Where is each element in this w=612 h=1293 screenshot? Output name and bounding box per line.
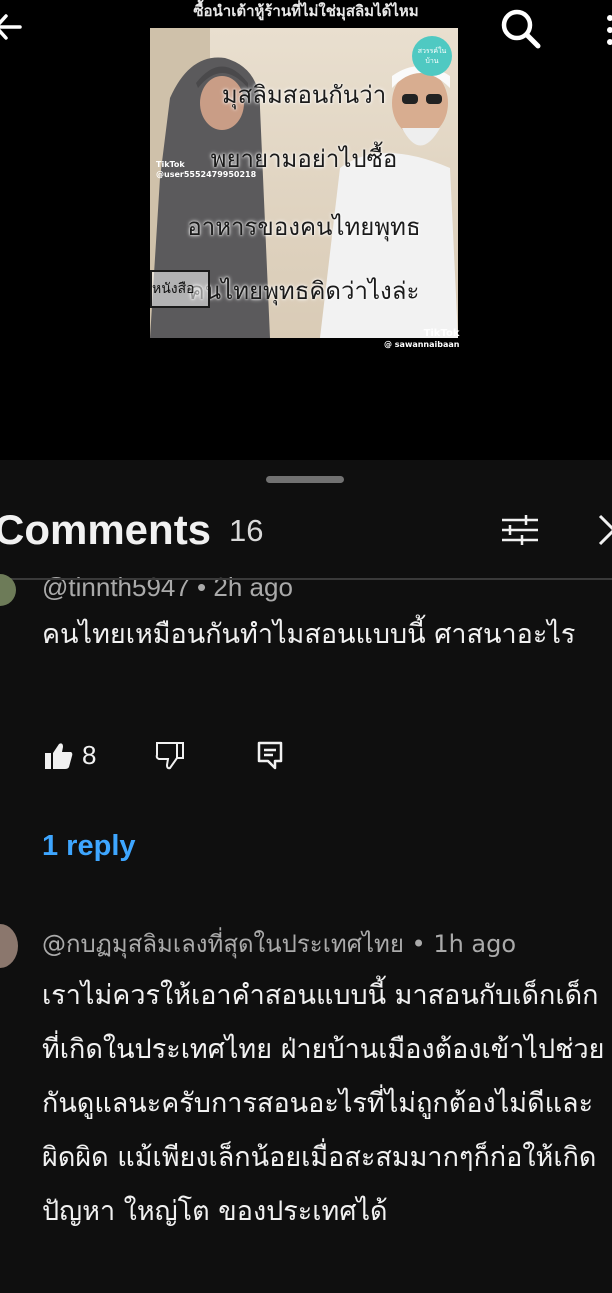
tiktok-watermark-right: TikTok @ sawannaibaan xyxy=(384,328,459,350)
close-icon[interactable] xyxy=(592,510,612,550)
comments-count: 16 xyxy=(229,513,264,548)
video-player[interactable]: ซื้อนำเต้าหู้ร้านที่ไม่ใช่มุสลิมได้ไหม ม… xyxy=(0,0,612,460)
reply-icon xyxy=(257,741,283,770)
dislike-icon xyxy=(155,742,184,770)
comment-meta: @tinnth5947 • 2h ago xyxy=(42,572,293,602)
more-vert-icon[interactable] xyxy=(598,10,612,50)
dislike-button[interactable] xyxy=(155,740,185,770)
comment-text: เราไม่ควรให้เอาคำสอนแบบนี้ มาสอนกับเด็กเ… xyxy=(42,980,605,1227)
overlay-line-3: อาหารของคนไทยพุทธ xyxy=(187,213,421,241)
tiktok-left-user: @user5552479950218 xyxy=(156,170,257,179)
comments-title: Comments xyxy=(0,506,212,553)
like-count: 8 xyxy=(82,740,97,770)
search-icon[interactable] xyxy=(496,6,544,50)
tiktok-left-label: TikTok xyxy=(156,160,185,169)
side-label-box: หนังสือ xyxy=(150,270,210,308)
header-divider xyxy=(0,578,612,580)
reply-button[interactable] xyxy=(256,740,284,770)
like-icon xyxy=(45,742,73,769)
filter-icon[interactable] xyxy=(500,510,540,550)
channel-badge: สวรรค์ในบ้าน xyxy=(412,36,452,76)
like-button[interactable]: 8 xyxy=(44,740,96,771)
overlay-line-1: มุสลิมสอนกันว่า xyxy=(221,81,387,109)
comments-sheet: Comments 16 @tinnth5947 • 2h ago คนไทยเห… xyxy=(0,460,612,1293)
tiktok-right-user: @ sawannaibaan xyxy=(384,340,460,349)
comment-meta: @กบฏมุสลิมเลงที่สุดในประเทศไทย • 1h ago xyxy=(42,930,517,958)
drag-handle[interactable] xyxy=(266,476,344,483)
back-arrow-icon[interactable] xyxy=(0,10,22,44)
replies-link[interactable]: 1 reply xyxy=(42,828,136,864)
tiktok-right-label: TikTok xyxy=(423,328,460,339)
avatar[interactable] xyxy=(0,924,18,968)
tiktok-watermark-left: TikTok @user5552479950218 xyxy=(156,160,256,180)
comment-text: คนไทยเหมือนกันทำไมสอนแบบนี้ ศาสนาอะไร xyxy=(42,619,576,650)
